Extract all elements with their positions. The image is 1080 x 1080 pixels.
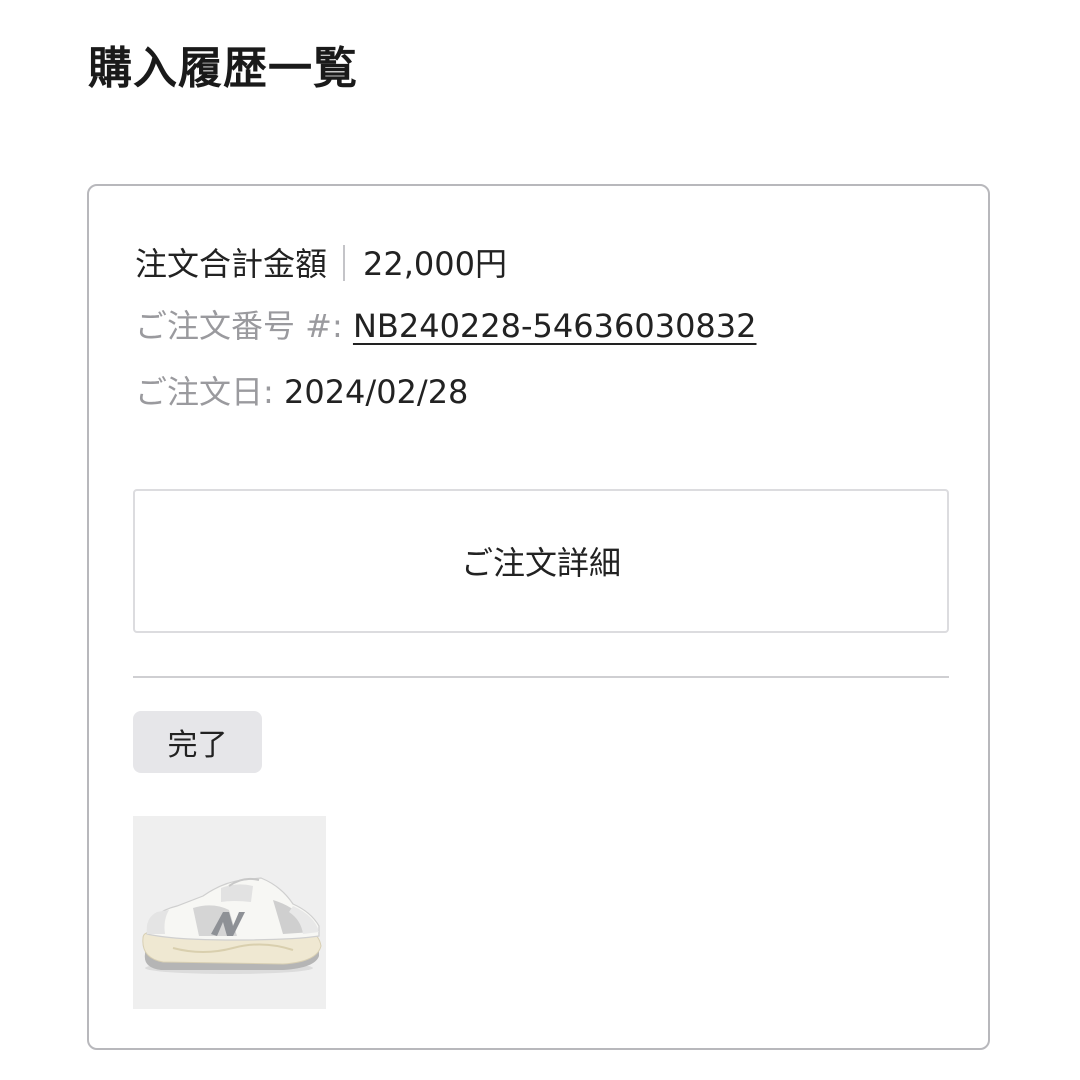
page-title: 購入履歴一覧 bbox=[88, 43, 358, 94]
order-total-row: 注文合計金額 22,000円 bbox=[135, 244, 507, 284]
separator bbox=[343, 245, 346, 281]
order-total-label: 注文合計金額 bbox=[135, 245, 328, 283]
sneaker-image bbox=[133, 816, 326, 1009]
status-badge: 完了 bbox=[133, 711, 262, 773]
divider bbox=[133, 676, 949, 678]
purchase-history-page: 購入履歴一覧 注文合計金額 22,000円 ご注文番号 #: NB240228-5… bbox=[0, 0, 1080, 1080]
order-number-label: ご注文番号 #: bbox=[135, 307, 343, 345]
order-date-row: ご注文日: 2024/02/28 bbox=[135, 372, 468, 412]
status-badge-label: 完了 bbox=[167, 728, 228, 763]
order-detail-button[interactable]: ご注文詳細 bbox=[133, 489, 949, 633]
order-card: 注文合計金額 22,000円 ご注文番号 #: NB240228-54636030… bbox=[87, 184, 990, 1050]
order-date-label: ご注文日: bbox=[135, 373, 274, 411]
order-detail-button-label: ご注文詳細 bbox=[460, 544, 621, 582]
order-date-value: 2024/02/28 bbox=[283, 373, 469, 411]
order-number-link[interactable]: NB240228-54636030832 bbox=[353, 307, 757, 345]
order-number-row: ご注文番号 #: NB240228-54636030832 bbox=[135, 306, 757, 346]
product-thumbnail[interactable] bbox=[133, 816, 326, 1009]
order-total-value: 22,000円 bbox=[363, 245, 507, 283]
